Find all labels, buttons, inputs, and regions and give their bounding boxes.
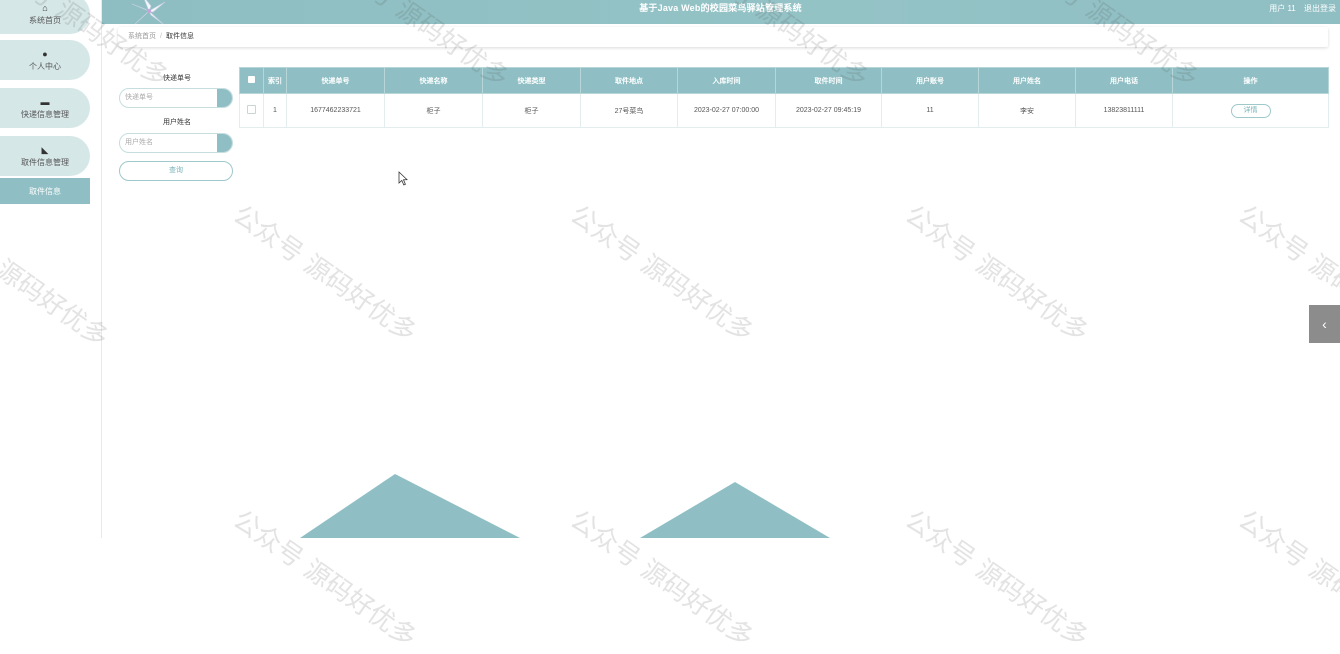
sidebar-item-home[interactable]: ⌂ 系统首页 xyxy=(0,0,90,34)
decorative-triangle xyxy=(640,482,830,538)
decorative-triangle xyxy=(300,474,520,538)
input-accent-tip xyxy=(217,89,232,107)
sidebar-item-label: 快递信息管理 xyxy=(21,109,69,119)
watermark-text: 公众号 源码好优多 xyxy=(899,504,1094,654)
tracking-number-label: 快递单号 xyxy=(163,75,191,82)
logout-link[interactable]: 退出登录 xyxy=(1304,4,1336,13)
watermark-text: 公众号 源码好优多 xyxy=(899,199,1094,349)
mouse-cursor-icon xyxy=(398,171,408,186)
select-all-checkbox[interactable] xyxy=(248,76,255,83)
table-cell: 1 xyxy=(263,93,287,128)
table-row: 1 1677462233721 柜子 柜子 27号菜鸟 2023-02-27 0… xyxy=(239,93,1329,128)
sidebar-item-label: 个人中心 xyxy=(29,61,61,71)
breadcrumb: 系统首页 / 取件信息 xyxy=(118,27,1328,47)
side-panel-toggle[interactable]: ‹ xyxy=(1309,305,1340,343)
row-checkbox[interactable] xyxy=(247,105,256,114)
sidebar-item-pickup-management[interactable]: ◣ 取件信息管理 xyxy=(0,136,90,176)
user-area: 用户 11 退出登录 xyxy=(1263,3,1336,14)
action-cell: 详情 xyxy=(1172,93,1329,128)
sidebar-subitem-pickup-info[interactable]: 取件信息 xyxy=(0,178,90,204)
sidebar-item-label: 系统首页 xyxy=(29,15,61,25)
watermark-text: 公众号 源码好优多 xyxy=(564,504,759,654)
user-icon: ● xyxy=(42,48,48,59)
package-icon: ▬ xyxy=(40,96,50,107)
app-title: 基于Java Web的校园菜鸟驿站管理系统 xyxy=(639,3,802,13)
input-placeholder: 用户姓名 xyxy=(125,139,153,146)
current-user-label: 用户 11 xyxy=(1269,4,1296,13)
sidebar-item-label: 取件信息管理 xyxy=(21,157,69,167)
table-cell: 2023-02-27 09:45:19 xyxy=(775,93,882,128)
watermark-text: 公众号 源码好优多 xyxy=(227,504,422,654)
breadcrumb-separator: / xyxy=(160,33,162,40)
table-cell: 27号菜鸟 xyxy=(580,93,678,128)
watermark-text: 公众号 源码好优多 xyxy=(564,199,759,349)
table-cell: 李安 xyxy=(978,93,1076,128)
row-checkbox-cell[interactable] xyxy=(239,93,264,128)
sidebar-item-profile[interactable]: ● 个人中心 xyxy=(0,40,90,80)
pickup-icon: ◣ xyxy=(41,144,49,155)
input-accent-tip xyxy=(217,134,232,152)
select-all-checkbox-cell[interactable] xyxy=(239,67,264,94)
column-header: 索引 xyxy=(263,67,287,94)
user-name-label: 用户姓名 xyxy=(163,119,191,126)
top-header: 基于Java Web的校园菜鸟驿站管理系统 用户 11 退出登录 xyxy=(101,0,1340,25)
watermark-text: 公众号 源码好优多 xyxy=(227,199,422,349)
home-icon: ⌂ xyxy=(42,2,48,13)
table-cell: 11 xyxy=(881,93,979,128)
watermark-text: 公众号 源码好优多 xyxy=(1232,504,1340,654)
column-header: 用户姓名 xyxy=(978,67,1076,94)
column-header: 取件地点 xyxy=(580,67,678,94)
column-header: 取件时间 xyxy=(775,67,882,94)
user-name-input[interactable]: 用户姓名 xyxy=(119,133,233,153)
table-cell: 2023-02-27 07:00:00 xyxy=(677,93,776,128)
column-header: 快递单号 xyxy=(286,67,385,94)
chevron-left-icon: ‹ xyxy=(1322,316,1327,332)
column-header: 快递类型 xyxy=(482,67,581,94)
breadcrumb-current: 取件信息 xyxy=(165,33,194,40)
column-header: 入库时间 xyxy=(677,67,776,94)
table-cell: 1677462233721 xyxy=(286,93,385,128)
tracking-number-input[interactable]: 快递单号 xyxy=(119,88,233,108)
breadcrumb-home[interactable]: 系统首页 xyxy=(128,33,156,40)
table-cell: 柜子 xyxy=(482,93,581,128)
pickup-table: 索引 快递单号 快递名称 快递类型 取件地点 入库时间 取件时间 用户账号 用户… xyxy=(239,67,1329,128)
table-cell: 柜子 xyxy=(384,93,483,128)
table-header-row: 索引 快递单号 快递名称 快递类型 取件地点 入库时间 取件时间 用户账号 用户… xyxy=(239,67,1329,94)
table-cell: 13823811111 xyxy=(1075,93,1173,128)
column-header: 操作 xyxy=(1172,67,1329,94)
sidebar-item-package-management[interactable]: ▬ 快递信息管理 xyxy=(0,88,90,128)
column-header: 用户电话 xyxy=(1075,67,1173,94)
column-header: 用户账号 xyxy=(881,67,979,94)
search-button[interactable]: 查询 xyxy=(119,161,233,181)
detail-button[interactable]: 详情 xyxy=(1230,103,1271,118)
sidebar: ⌂ 系统首页 ● 个人中心 ▬ 快递信息管理 ◣ 取件信息管理 取件信息 xyxy=(0,0,102,538)
column-header: 快递名称 xyxy=(384,67,483,94)
input-placeholder: 快递单号 xyxy=(125,94,153,101)
